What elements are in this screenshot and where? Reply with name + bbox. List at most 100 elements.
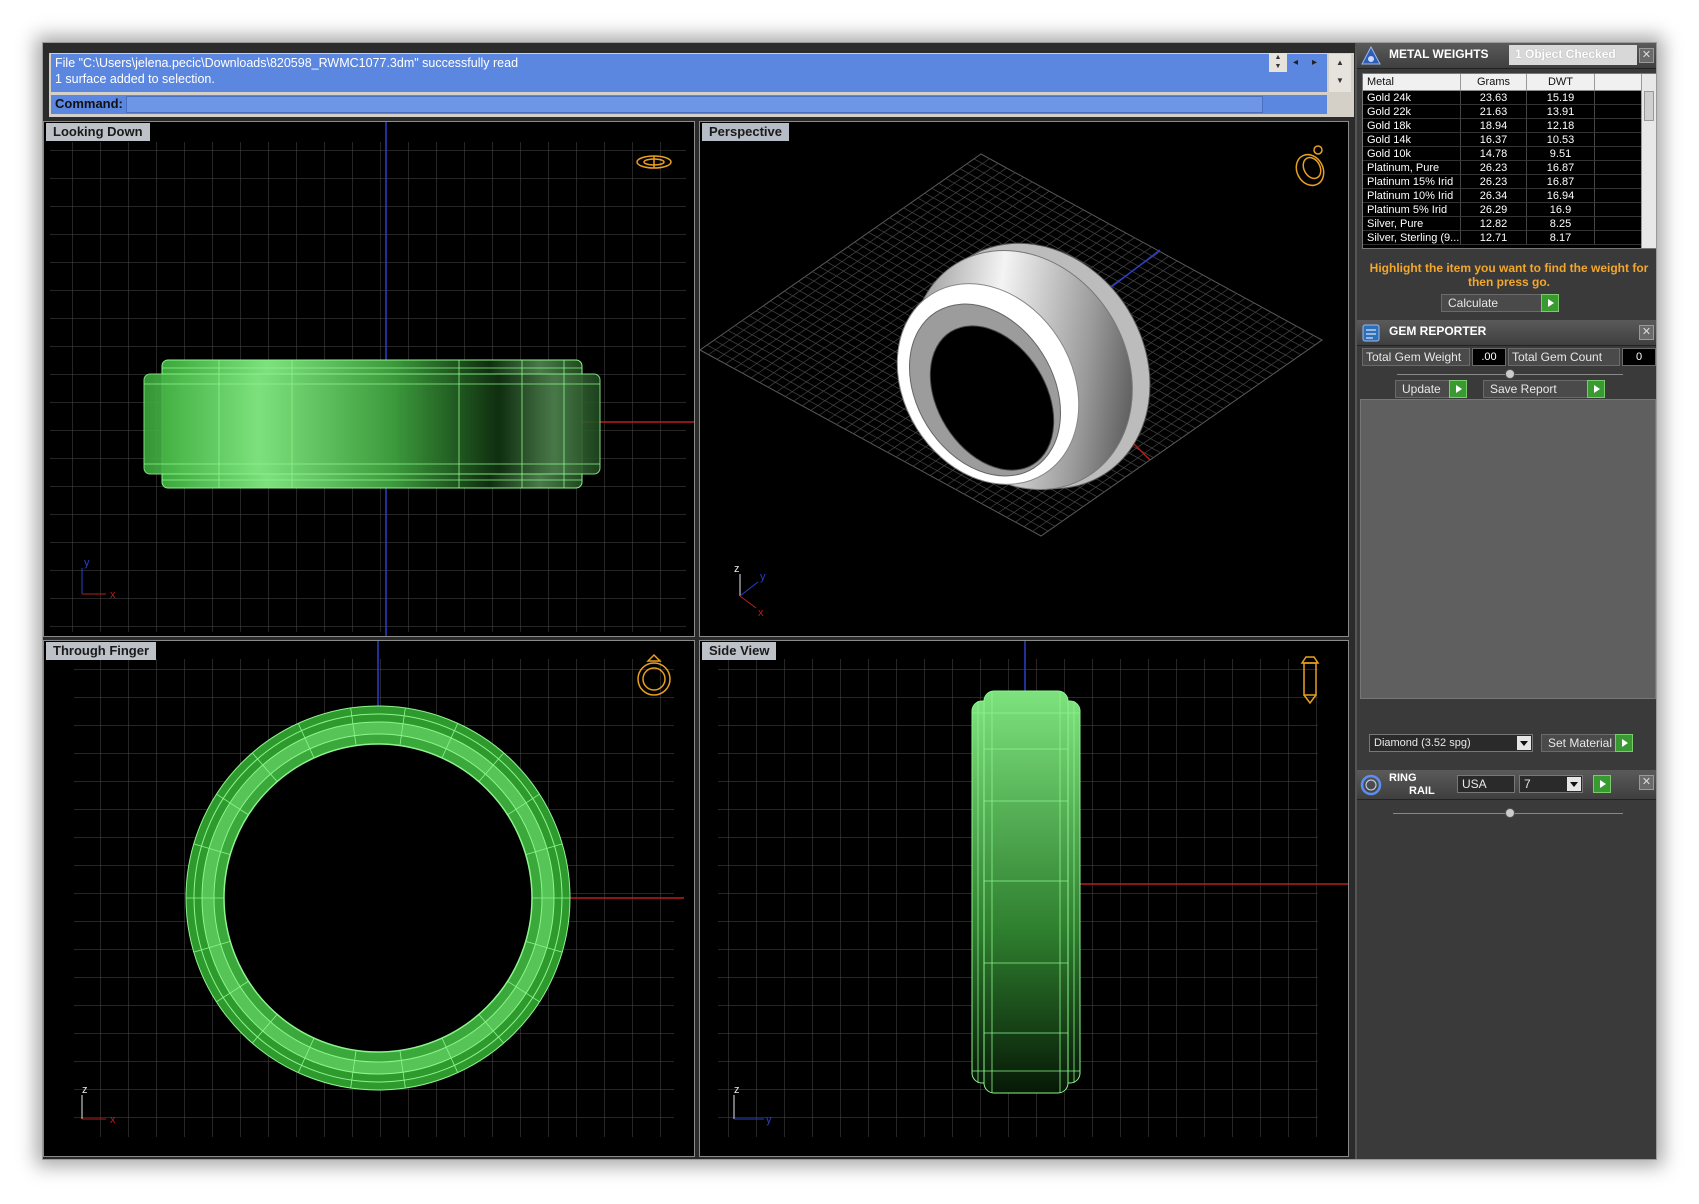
command-spinner[interactable]: ▲ ▼ [1269, 53, 1287, 72]
grams-cell: 21.63 [1461, 105, 1527, 119]
go-arrow-icon[interactable] [1449, 380, 1467, 398]
total-gem-count-label: Total Gem Count [1508, 348, 1620, 366]
axis-z-label: z [734, 1084, 740, 1096]
table-row[interactable]: Gold 18k 18.94 12.18 [1363, 119, 1656, 133]
table-row[interactable]: Gold 14k 16.37 10.53 [1363, 133, 1656, 147]
go-arrow-icon[interactable] [1541, 294, 1559, 312]
viewport-perspective[interactable]: Perspective z y x [699, 121, 1349, 637]
gem-totals-row: Total Gem Weight .00 Total Gem Count 0 [1362, 348, 1656, 366]
table-cell-blank [1595, 231, 1641, 245]
save-report-label: Save Report [1490, 382, 1557, 396]
metal-name-cell: Silver, Pure [1363, 217, 1461, 231]
ring-rail-title: RING RAIL [1389, 772, 1435, 798]
dwt-cell: 16.87 [1527, 175, 1595, 189]
table-body: Gold 24k 23.63 15.19 Gold 22k 21.63 13.91 Gold… [1363, 91, 1656, 245]
metal-name-cell: Gold 10k [1363, 147, 1461, 161]
viewport-title[interactable]: Perspective [702, 123, 789, 141]
grams-cell: 12.82 [1461, 217, 1527, 231]
table-row[interactable]: Platinum 10% Irid 26.34 16.94 [1363, 189, 1656, 203]
metal-name-cell: Gold 14k [1363, 133, 1461, 147]
total-gem-count-value: 0 [1622, 348, 1656, 366]
metal-name-cell: Platinum 15% Irid [1363, 175, 1461, 189]
dwt-cell: 16.9 [1527, 203, 1595, 217]
table-row[interactable]: Platinum 15% Irid 26.23 16.87 [1363, 175, 1656, 189]
metal-weights-table[interactable]: Metal Grams DWT Gold 24k 23.63 15.19 Gold 2… [1362, 73, 1656, 249]
table-cell-blank [1595, 133, 1641, 147]
gem-material-select[interactable]: Diamond (3.52 spg) [1369, 734, 1533, 752]
command-nav-arrows[interactable]: ◂▸ [1289, 53, 1349, 72]
column-header-metal[interactable]: Metal [1363, 74, 1461, 90]
command-history-line: 1 surface added to selection. [55, 72, 215, 86]
axis-z-label: z [734, 563, 740, 575]
table-cell-blank [1595, 161, 1641, 175]
grams-cell: 26.29 [1461, 203, 1527, 217]
table-row[interactable]: Platinum 5% Irid 26.29 16.9 [1363, 203, 1656, 217]
dwt-cell: 10.53 [1527, 133, 1595, 147]
gem-reporter-icon [1362, 324, 1380, 342]
metal-weights-header: METAL WEIGHTS 1 Object Checked ✕ [1357, 43, 1656, 69]
ring-size-value: 7 [1524, 777, 1531, 791]
go-arrow-icon[interactable] [1593, 775, 1611, 793]
grams-cell: 23.63 [1461, 91, 1527, 105]
close-icon[interactable]: ✕ [1639, 48, 1654, 63]
viewport-through-finger[interactable]: Through Finger z x [43, 640, 695, 1157]
chevron-down-icon[interactable] [1517, 736, 1531, 750]
ring-size-region-input[interactable]: USA [1457, 775, 1515, 793]
update-label: Update [1402, 382, 1441, 396]
metal-name-cell: Gold 18k [1363, 119, 1461, 133]
go-arrow-icon[interactable] [1587, 380, 1605, 398]
close-icon[interactable]: ✕ [1639, 325, 1654, 340]
table-row[interactable]: Gold 10k 14.78 9.51 [1363, 147, 1656, 161]
column-header-dwt[interactable]: DWT [1527, 74, 1595, 90]
table-cell-blank [1595, 119, 1641, 133]
viewport-canvas: z y [700, 641, 1348, 1156]
table-scrollbar[interactable] [1641, 74, 1656, 248]
table-header: Metal Grams DWT [1363, 74, 1656, 91]
app-window: File "C:\Users\jelena.pecic\Downloads\82… [42, 42, 1657, 1160]
grams-cell: 14.78 [1461, 147, 1527, 161]
viewport-side-view[interactable]: Side View z y [699, 640, 1349, 1157]
viewport-title[interactable]: Side View [702, 642, 777, 660]
ring-rail-title-line: RING [1389, 772, 1417, 784]
viewport-title[interactable]: Looking Down [46, 123, 150, 141]
ring-rail-icon [1360, 774, 1382, 796]
metal-weights-instructions: Highlight the item you want to find the … [1369, 261, 1649, 289]
table-row[interactable]: Gold 22k 21.63 13.91 [1363, 105, 1656, 119]
table-cell-blank [1595, 147, 1641, 161]
splitter-handle[interactable] [1505, 369, 1515, 379]
dwt-cell: 16.94 [1527, 189, 1595, 203]
metal-name-cell: Gold 22k [1363, 105, 1461, 119]
scrollbar-thumb[interactable] [1644, 91, 1654, 121]
command-input[interactable] [126, 96, 1263, 113]
table-row[interactable]: Gold 24k 23.63 15.19 [1363, 91, 1656, 105]
set-material-button[interactable]: Set Material [1541, 734, 1633, 752]
viewport-looking-down[interactable]: Looking Down y x [43, 121, 695, 637]
save-report-button[interactable]: Save Report [1483, 380, 1605, 398]
chevron-down-icon[interactable] [1567, 777, 1581, 791]
calculate-button[interactable]: Calculate [1441, 294, 1559, 312]
set-material-label: Set Material [1548, 736, 1613, 750]
metal-weights-status: 1 Object Checked [1509, 45, 1637, 65]
table-row[interactable]: Silver, Sterling (9... 12.71 8.17 [1363, 231, 1656, 245]
metal-name-cell: Platinum, Pure [1363, 161, 1461, 175]
axis-y-label: y [760, 571, 766, 583]
update-button[interactable]: Update [1395, 380, 1467, 398]
close-icon[interactable]: ✕ [1639, 775, 1654, 790]
table-cell-blank [1595, 91, 1641, 105]
ring-rail-slider-handle[interactable] [1505, 808, 1515, 818]
ring-rail-title-line: RAIL [1409, 785, 1435, 797]
total-gem-weight-label: Total Gem Weight [1362, 348, 1470, 366]
metal-name-cell: Platinum 10% Irid [1363, 189, 1461, 203]
go-arrow-icon[interactable] [1615, 734, 1633, 752]
grams-cell: 12.71 [1461, 231, 1527, 245]
viewport-canvas: y x [44, 122, 694, 636]
table-row[interactable]: Silver, Pure 12.82 8.25 [1363, 217, 1656, 231]
table-cell-blank [1595, 203, 1641, 217]
column-header-grams[interactable]: Grams [1461, 74, 1527, 90]
viewport-title[interactable]: Through Finger [46, 642, 157, 660]
gem-report-list[interactable] [1360, 399, 1656, 699]
table-row[interactable]: Platinum, Pure 26.23 16.87 [1363, 161, 1656, 175]
dwt-cell: 13.91 [1527, 105, 1595, 119]
ring-size-select[interactable]: 7 [1519, 775, 1583, 793]
metal-weights-icon [1361, 45, 1381, 65]
